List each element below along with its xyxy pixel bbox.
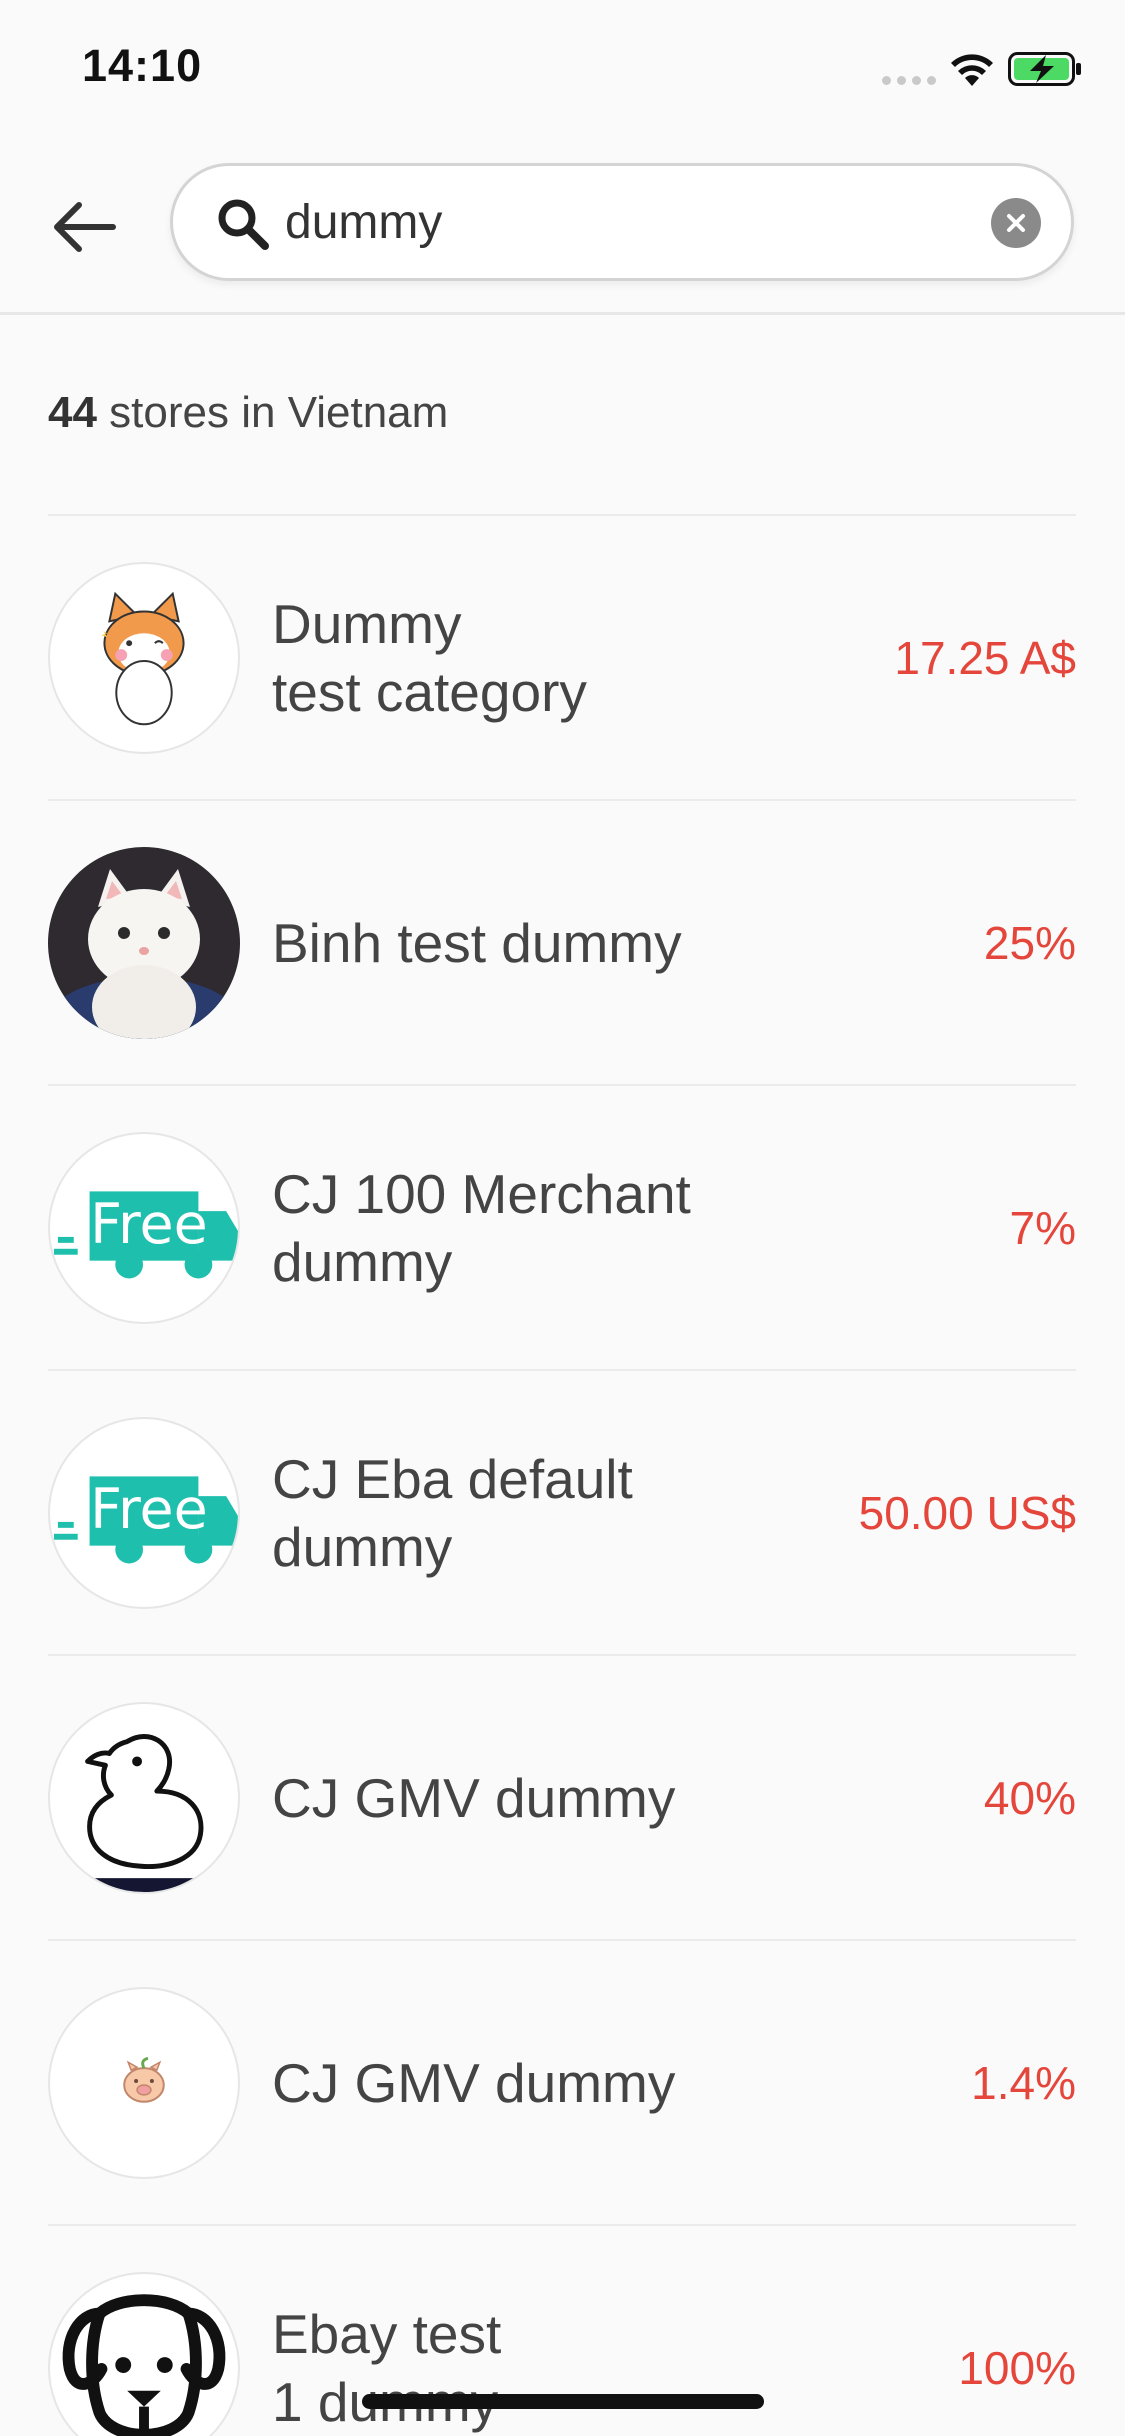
wifi-icon bbox=[951, 54, 993, 86]
search-header bbox=[0, 135, 1125, 315]
cashback-rate: 7% bbox=[1009, 1201, 1076, 1254]
close-icon bbox=[1007, 214, 1025, 232]
store-name: CJ 100 Merchant dummy bbox=[272, 1162, 691, 1293]
free-logo-text: Free bbox=[90, 1192, 208, 1256]
free-logo-text: Free bbox=[90, 1477, 208, 1541]
status-bar: 14:10 bbox=[0, 0, 1125, 135]
store-name: Binh test dummy bbox=[272, 911, 682, 974]
status-time: 14:10 bbox=[82, 40, 203, 91]
result-count: 44 stores in Vietnam bbox=[48, 388, 448, 438]
store-logo: Free bbox=[48, 1416, 240, 1609]
result-count-label: stores in Vietnam bbox=[96, 388, 449, 437]
list-item[interactable]: CJ GMV dummy 40% bbox=[48, 1654, 1076, 1939]
store-logo bbox=[48, 846, 240, 1039]
search-input[interactable] bbox=[285, 182, 925, 262]
list-item[interactable]: Dummy test category 17.25 A$ bbox=[48, 514, 1076, 799]
signal-icon bbox=[882, 76, 936, 85]
result-count-number: 44 bbox=[48, 388, 97, 437]
store-name: CJ GMV dummy bbox=[272, 2051, 676, 2114]
search-icon bbox=[218, 199, 269, 250]
corgi-cartoon-logo bbox=[101, 591, 185, 725]
list-item[interactable]: Free CJ Eba default dummy 50.00 US$ bbox=[48, 1369, 1076, 1654]
store-name: Dummy test category bbox=[272, 592, 587, 723]
store-name: Ebay test 1 dummy bbox=[272, 2302, 502, 2433]
home-indicator bbox=[362, 2394, 764, 2409]
pig-logo bbox=[123, 2056, 165, 2103]
clear-search-button[interactable] bbox=[991, 198, 1041, 248]
cashback-rate: 1.4% bbox=[971, 2056, 1076, 2109]
screen: 14:10 dummy 44 stores in Vietnam Dummy t… bbox=[0, 0, 1125, 2436]
duck-outline-logo bbox=[50, 1733, 238, 1892]
free-shipping-truck-logo: Free bbox=[53, 1190, 238, 1278]
cashback-rate: 50.00 US$ bbox=[858, 1486, 1076, 1539]
store-logo bbox=[48, 561, 240, 754]
store-logo bbox=[48, 1701, 240, 1894]
white-kitten-photo-logo bbox=[48, 846, 240, 1039]
list-item[interactable]: CJ GMV dummy 1.4% bbox=[48, 1939, 1076, 2224]
list-item[interactable]: Binh test dummy 25% bbox=[48, 799, 1076, 1084]
free-shipping-truck-logo: Free bbox=[53, 1475, 238, 1563]
store-logo bbox=[48, 2271, 240, 2436]
search-bar[interactable] bbox=[170, 163, 1074, 281]
cashback-rate: 40% bbox=[983, 1771, 1076, 1824]
list-item[interactable]: Free CJ 100 Merchant dummy 7% bbox=[48, 1084, 1076, 1369]
store-logo: Free bbox=[48, 1131, 240, 1324]
cashback-rate: 100% bbox=[958, 2341, 1076, 2394]
store-list: Dummy test category 17.25 A$ Binh test d… bbox=[48, 514, 1076, 2436]
dog-outline-logo bbox=[62, 2293, 226, 2436]
battery-charging-icon bbox=[1008, 52, 1081, 86]
store-name: CJ Eba default dummy bbox=[272, 1447, 633, 1578]
cashback-rate: 17.25 A$ bbox=[894, 631, 1076, 684]
back-button[interactable] bbox=[44, 187, 124, 267]
arrow-left-icon bbox=[54, 202, 116, 252]
store-name: CJ GMV dummy bbox=[272, 1766, 676, 1829]
store-logo bbox=[48, 1986, 240, 2179]
cashback-rate: 25% bbox=[983, 916, 1076, 969]
